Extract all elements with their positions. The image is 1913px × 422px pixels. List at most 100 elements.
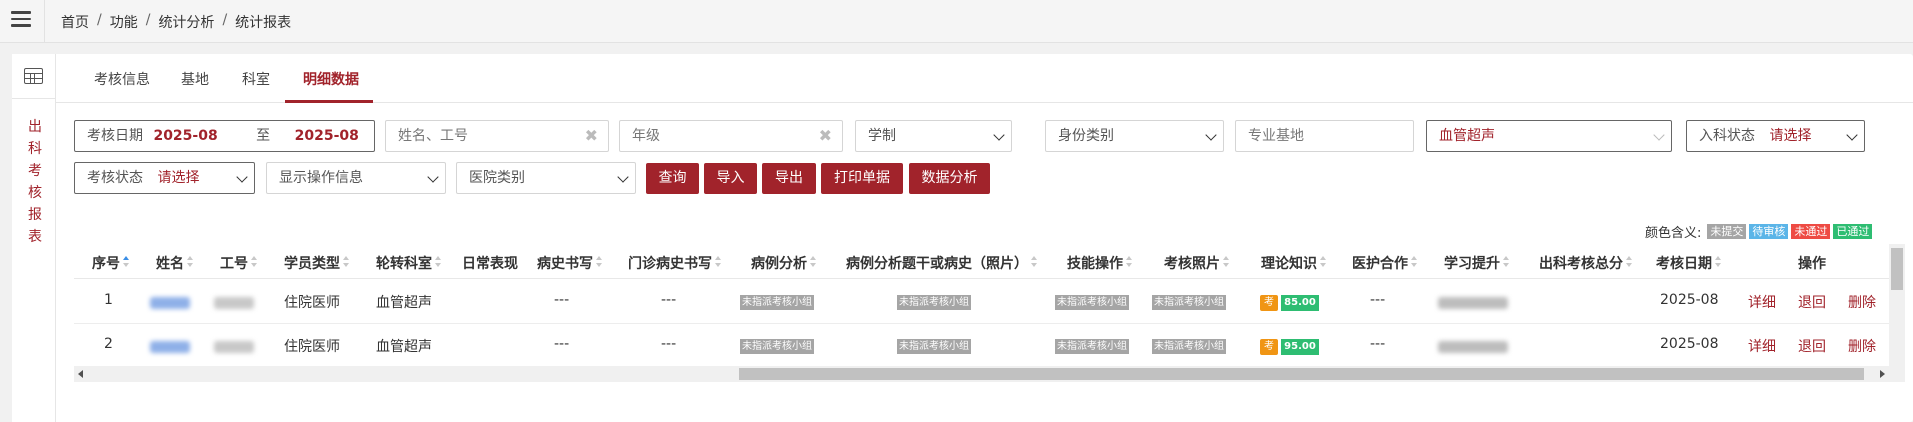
exam-date-to[interactable]: 2025-08 — [295, 128, 359, 144]
department-select[interactable]: 血管超声 — [1426, 120, 1672, 152]
sort-icon[interactable] — [810, 256, 817, 268]
table-header: 序号 姓名 工号 学员类型 轮转科室 日常表现 病史书写 门诊病史书写 病例分析… — [74, 244, 1889, 279]
column-header-history-writing[interactable]: 病史书写 — [537, 253, 603, 273]
sort-icon[interactable] — [187, 256, 194, 268]
column-header-outpatient-history[interactable]: 门诊病史书写 — [628, 253, 722, 273]
sort-icon[interactable] — [715, 256, 722, 268]
sort-icon[interactable] — [343, 256, 350, 268]
chevron-down-icon — [236, 171, 248, 183]
breadcrumb-home[interactable]: 首页 — [61, 12, 89, 32]
side-title-char: 表 — [28, 229, 42, 245]
cell-outpatient: --- — [661, 336, 677, 352]
delete-link[interactable]: 删除 — [1848, 336, 1876, 356]
vertical-scrollbar[interactable] — [1889, 244, 1905, 382]
column-header-daily-performance[interactable]: 日常表现 — [448, 253, 518, 273]
grade-input[interactable]: 年级 ✖ — [619, 120, 843, 152]
delete-link[interactable]: 删除 — [1848, 292, 1876, 312]
cell-name-redacted[interactable] — [150, 297, 190, 309]
sort-icon[interactable] — [1126, 256, 1133, 268]
theory-score[interactable]: 85.00 — [1281, 295, 1319, 311]
department-select-value: 血管超声 — [1439, 128, 1495, 144]
hospital-type-select[interactable]: 医院类别 — [456, 162, 636, 194]
breadcrumb-function[interactable]: 功能 — [110, 12, 138, 32]
sort-icon[interactable] — [251, 256, 258, 268]
query-button[interactable]: 查询 — [646, 163, 699, 194]
grade-placeholder: 年级 — [632, 128, 660, 144]
cell-no: 1 — [104, 292, 113, 308]
entry-status-select[interactable]: 入科状态 请选择 — [1686, 120, 1865, 152]
status-tag-case-photo[interactable]: 未指派考核小组 — [897, 339, 971, 354]
column-header-actions: 操作 — [1798, 256, 1826, 272]
system-select[interactable]: 学制 — [855, 120, 1012, 152]
column-header-exam-photo[interactable]: 考核照片 — [1164, 253, 1230, 273]
column-header-exam-date[interactable]: 考核日期 — [1656, 253, 1722, 273]
print-receipt-button[interactable]: 打印单据 — [821, 163, 903, 194]
clear-icon[interactable]: ✖ — [585, 121, 598, 151]
column-header-total-score[interactable]: 出科考核总分 — [1539, 253, 1633, 273]
name-id-input[interactable]: 姓名、工号 ✖ — [385, 120, 609, 152]
theory-score[interactable]: 95.00 — [1281, 339, 1319, 355]
exam-date-range[interactable]: 考核日期 2025-08 至 2025-08 — [74, 120, 375, 152]
sort-icon[interactable] — [435, 256, 442, 268]
import-button[interactable]: 导入 — [704, 163, 757, 194]
column-header-learning-improvement[interactable]: 学习提升 — [1444, 253, 1510, 273]
identity-select[interactable]: 身份类别 — [1045, 120, 1224, 152]
scroll-left-icon[interactable] — [78, 370, 83, 378]
status-tag-photo[interactable]: 未指派考核小组 — [1152, 295, 1226, 310]
professional-base-placeholder: 专业基地 — [1248, 128, 1304, 144]
column-header-skill-operation[interactable]: 技能操作 — [1067, 253, 1133, 273]
status-tag-case[interactable]: 未指派考核小组 — [740, 339, 814, 354]
tab-detail-data[interactable]: 明细数据 — [303, 69, 359, 89]
sort-icon[interactable] — [1626, 256, 1633, 268]
column-header-case-analysis[interactable]: 病例分析 — [751, 253, 817, 273]
exam-status-select[interactable]: 考核状态 请选择 — [74, 162, 255, 194]
status-tag-case[interactable]: 未指派考核小组 — [740, 295, 814, 310]
column-header-theory[interactable]: 理论知识 — [1261, 253, 1327, 273]
hamburger-menu-icon[interactable] — [11, 11, 31, 29]
column-header-nursing-cooperation[interactable]: 医护合作 — [1352, 253, 1418, 273]
cell-no: 2 — [104, 336, 113, 352]
show-ops-select[interactable]: 显示操作信息 — [266, 162, 446, 194]
vertical-scroll-thumb[interactable] — [1891, 248, 1903, 290]
side-panel: 出 科 考 核 报 表 — [12, 54, 56, 422]
column-header-no[interactable]: 序号 — [92, 253, 130, 273]
sort-icon[interactable] — [1320, 256, 1327, 268]
sort-icon[interactable] — [1223, 256, 1230, 268]
detail-link[interactable]: 详细 — [1748, 292, 1776, 312]
detail-link[interactable]: 详细 — [1748, 336, 1776, 356]
cell-name-redacted[interactable] — [150, 341, 190, 353]
column-header-trainee-type[interactable]: 学员类型 — [284, 253, 350, 273]
exam-date-from[interactable]: 2025-08 — [153, 128, 217, 144]
professional-base-input[interactable]: 专业基地 — [1235, 120, 1414, 152]
breadcrumb-separator: / — [97, 12, 102, 28]
return-link[interactable]: 退回 — [1798, 292, 1826, 312]
clear-icon[interactable]: ✖ — [819, 121, 832, 151]
cell-learning-redacted — [1438, 297, 1508, 309]
sort-icon[interactable] — [1031, 256, 1038, 268]
column-header-case-photo[interactable]: 病例分析题干或病史（照片） — [846, 253, 1038, 273]
status-tag-skill[interactable]: 未指派考核小组 — [1055, 295, 1129, 310]
sort-icon[interactable] — [596, 256, 603, 268]
status-tag-photo[interactable]: 未指派考核小组 — [1152, 339, 1226, 354]
data-analysis-button[interactable]: 数据分析 — [909, 163, 990, 194]
horizontal-scroll-thumb[interactable] — [739, 368, 1864, 380]
sort-icon[interactable] — [1503, 256, 1510, 268]
horizontal-scrollbar[interactable] — [74, 366, 1889, 382]
tab-exam-info[interactable]: 考核信息 — [94, 69, 150, 89]
column-header-name[interactable]: 姓名 — [156, 253, 194, 273]
status-tag-skill[interactable]: 未指派考核小组 — [1055, 339, 1129, 354]
sort-asc-icon[interactable] — [123, 256, 130, 268]
export-button[interactable]: 导出 — [762, 163, 816, 194]
sort-icon[interactable] — [1411, 256, 1418, 268]
scroll-right-icon[interactable] — [1880, 370, 1885, 378]
status-tag-case-photo[interactable]: 未指派考核小组 — [897, 295, 971, 310]
tab-base[interactable]: 基地 — [181, 69, 209, 89]
legend-failed: 未通过 — [1791, 224, 1831, 239]
column-header-id[interactable]: 工号 — [220, 253, 258, 273]
sort-icon[interactable] — [1715, 256, 1722, 268]
return-link[interactable]: 退回 — [1798, 336, 1826, 356]
breadcrumb-statistics[interactable]: 统计分析 — [158, 12, 214, 32]
column-header-rotation-dept[interactable]: 轮转科室 — [376, 253, 442, 273]
tab-department[interactable]: 科室 — [242, 69, 270, 89]
table-grid-icon[interactable] — [24, 68, 43, 84]
